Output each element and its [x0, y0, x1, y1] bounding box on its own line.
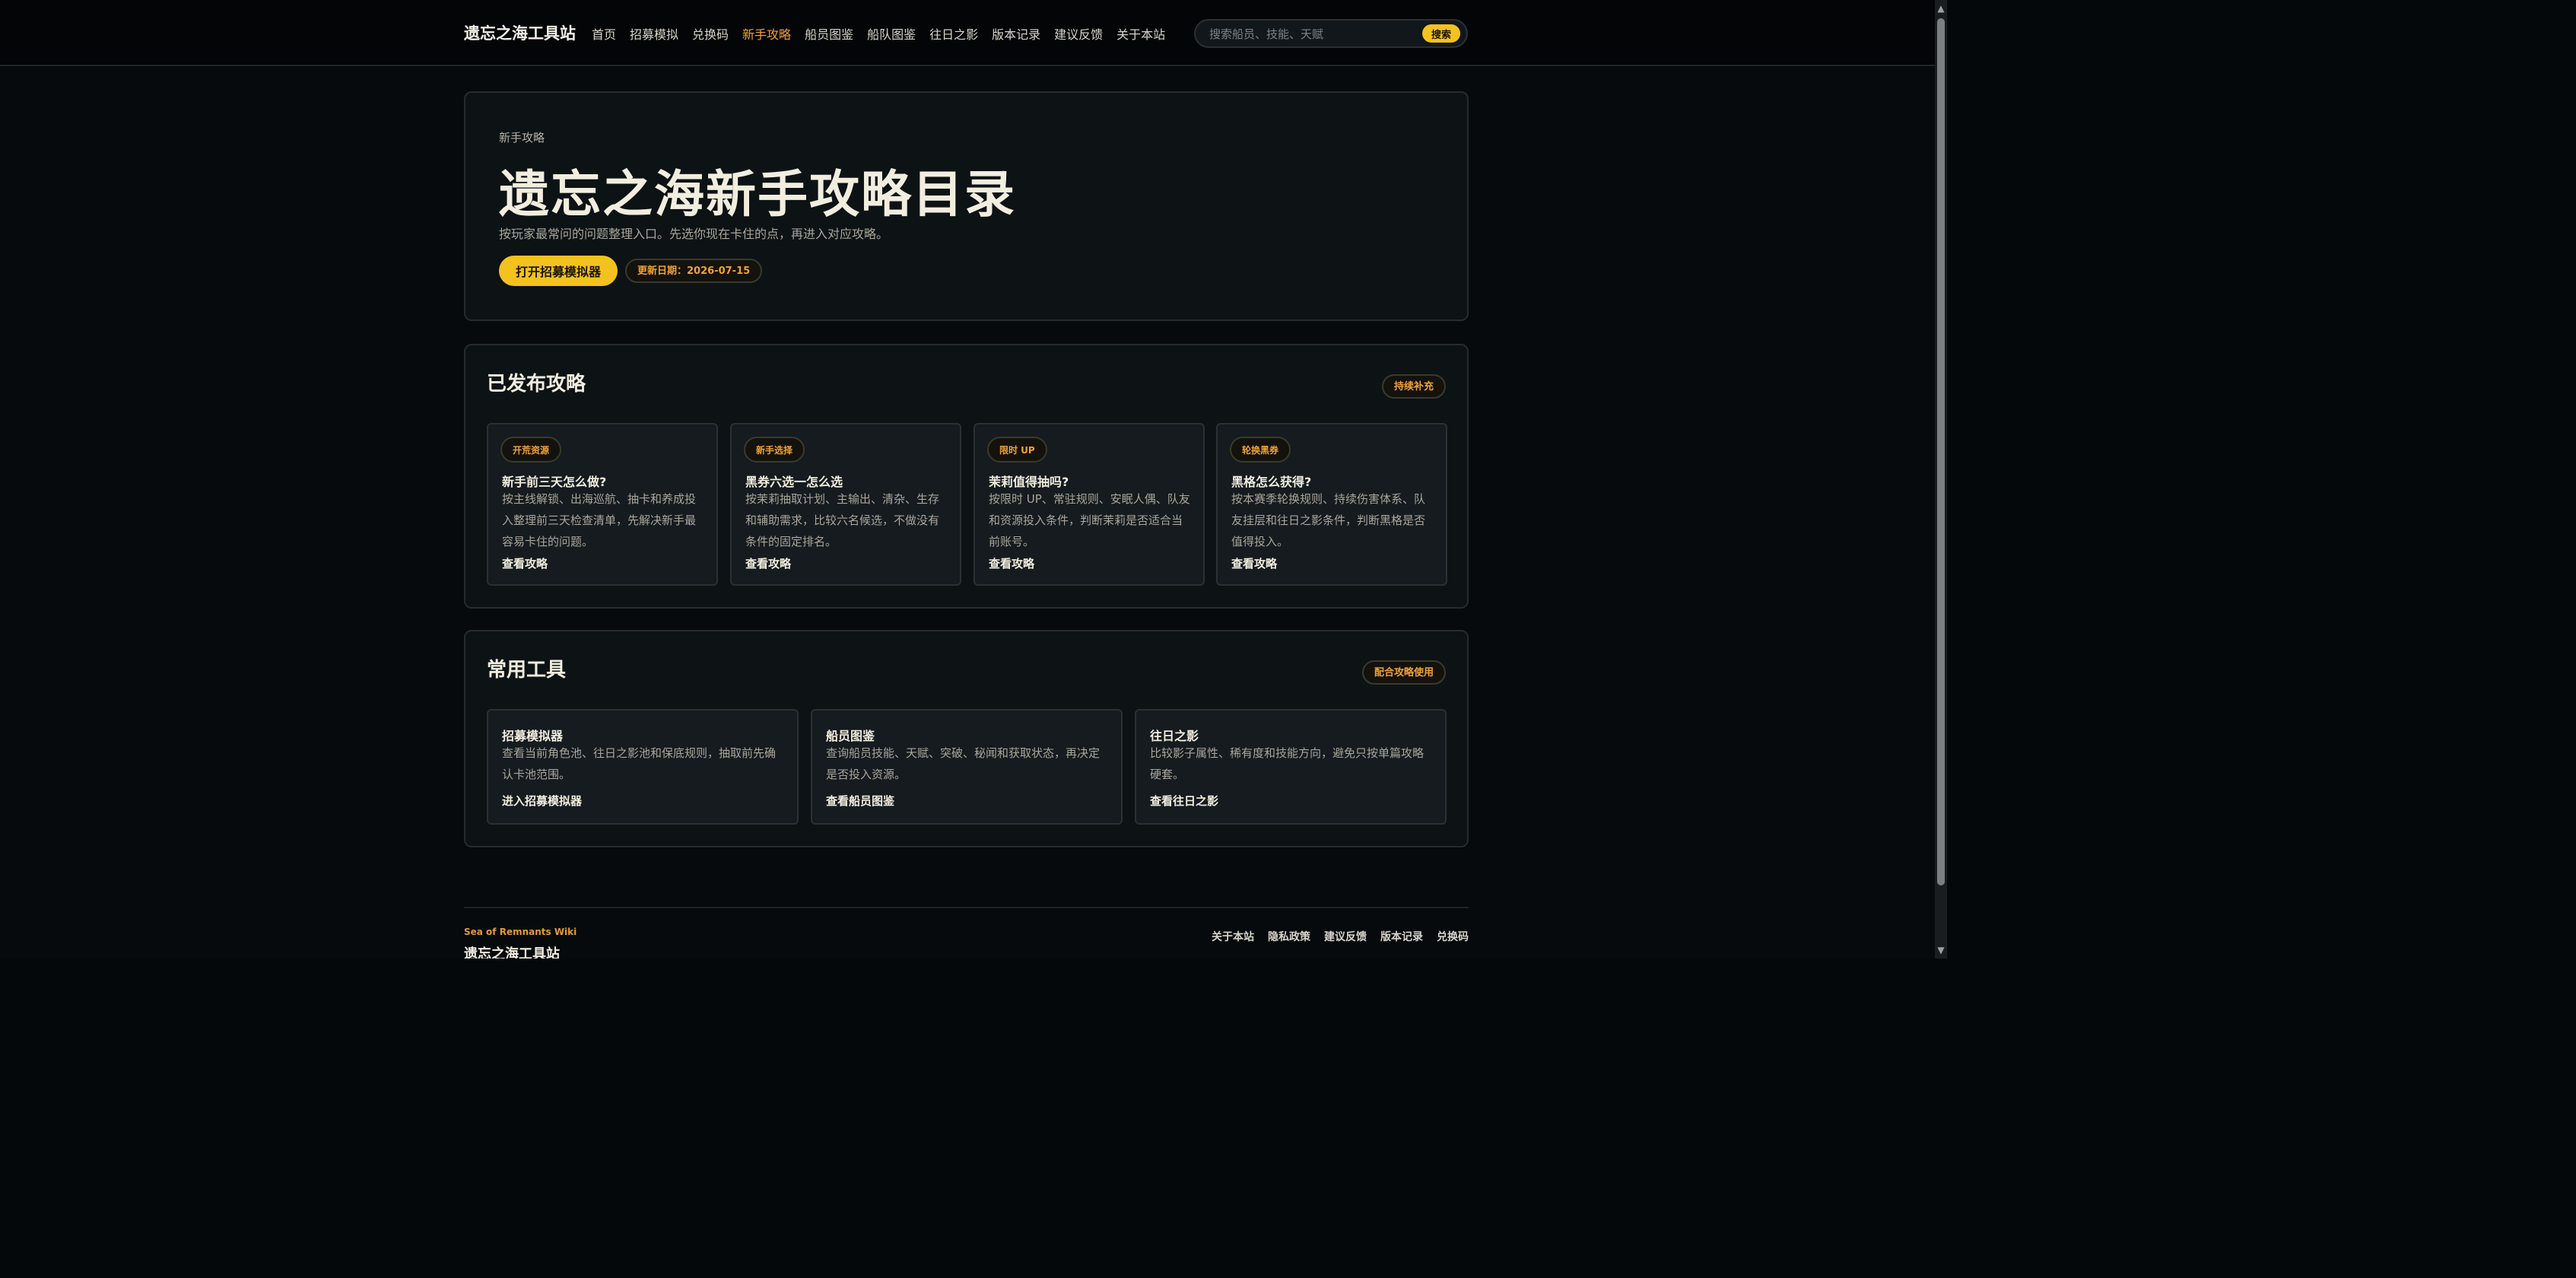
- tool-title: 往日之影: [1150, 729, 1199, 743]
- scroll-down-icon[interactable]: ▼: [1935, 943, 1947, 957]
- guide-title: 茉莉值得抽吗?: [989, 475, 1069, 489]
- hero-panel: 新手攻略 遗忘之海新手攻略目录 按玩家最常问的问题整理入口。先选你现在卡住的点，…: [464, 91, 1469, 321]
- page-scrollbar[interactable]: ▲ ▼: [1935, 0, 1947, 958]
- view-guide-link[interactable]: 查看攻略: [745, 555, 791, 571]
- footer-link-changelog[interactable]: 版本记录: [1380, 929, 1423, 944]
- guide-card[interactable]: 开荒资源 新手前三天怎么做? 按主线解锁、出海巡航、抽卡和养成投入整理前三天检查…: [487, 423, 718, 586]
- nav-beginner-guide[interactable]: 新手攻略: [742, 24, 791, 43]
- nav-fleet-codex[interactable]: 船队图鉴: [867, 24, 916, 43]
- page-viewport: 遗忘之海工具站 首页 招募模拟 兑换码 新手攻略 船员图鉴 船队图鉴 往日之影 …: [0, 0, 1935, 958]
- nav-crew-codex[interactable]: 船员图鉴: [805, 24, 853, 43]
- nav-feedback[interactable]: 建议反馈: [1054, 24, 1103, 43]
- open-recruit-simulator-button[interactable]: 打开招募模拟器: [499, 256, 618, 286]
- common-tools-section: 常用工具 配合攻略使用 招募模拟器 查看当前角色池、往日之影池和保底规则，抽取前…: [464, 630, 1469, 847]
- nav-about[interactable]: 关于本站: [1116, 24, 1165, 43]
- guide-title: 黑格怎么获得?: [1231, 475, 1312, 489]
- status-badge: 配合攻略使用: [1361, 660, 1446, 685]
- tool-link[interactable]: 查看往日之影: [1150, 793, 1218, 809]
- search-button[interactable]: 搜索: [1422, 24, 1460, 43]
- footer-nav: 关于本站 隐私政策 建议反馈 版本记录 兑换码: [1212, 929, 1469, 944]
- tool-description: 比较影子属性、稀有度和技能方向，避免只按单篇攻略硬套。: [1150, 746, 1425, 781]
- nav-recruit-sim[interactable]: 招募模拟: [630, 24, 678, 43]
- tool-card[interactable]: 船员图鉴 查询船员技能、天赋、突破、秘闻和获取状态，再决定是否投入资源。 查看船…: [811, 709, 1123, 825]
- status-badge: 持续补充: [1381, 374, 1446, 399]
- guide-title: 黑券六选一怎么选: [745, 475, 843, 489]
- tool-card[interactable]: 往日之影 比较影子属性、稀有度和技能方向，避免只按单篇攻略硬套。 查看往日之影: [1135, 709, 1447, 825]
- footer-link-feedback[interactable]: 建议反馈: [1324, 929, 1367, 944]
- footer-divider: [464, 907, 1469, 908]
- guide-card[interactable]: 新手选择 黑券六选一怎么选 按茉莉抽取计划、主输出、清杂、生存和辅助需求，比较六…: [730, 423, 961, 586]
- guide-card[interactable]: 限时 UP 茉莉值得抽吗? 按限时 UP、常驻规则、安眠人偶、队友和资源投入条件…: [974, 423, 1205, 586]
- guide-description: 按主线解锁、出海巡航、抽卡和养成投入整理前三天检查清单，先解决新手最容易卡住的问…: [502, 492, 697, 548]
- guide-title: 新手前三天怎么做?: [502, 475, 607, 489]
- top-header: 遗忘之海工具站 首页 招募模拟 兑换码 新手攻略 船员图鉴 船队图鉴 往日之影 …: [0, 0, 1935, 66]
- search-box: 搜索: [1194, 19, 1468, 48]
- guide-description: 按茉莉抽取计划、主输出、清杂、生存和辅助需求，比较六名候选，不做没有条件的固定排…: [745, 492, 940, 548]
- page-title: 遗忘之海新手攻略目录: [499, 165, 1016, 224]
- section-title: 常用工具: [487, 659, 567, 682]
- category-tag: 开荒资源: [500, 437, 562, 463]
- tool-link[interactable]: 进入招募模拟器: [502, 793, 582, 809]
- tool-description: 查看当前角色池、往日之影池和保底规则，抽取前先确认卡池范围。: [502, 746, 777, 781]
- category-tag: 新手选择: [744, 437, 805, 463]
- published-guides-section: 已发布攻略 持续补充 开荒资源 新手前三天怎么做? 按主线解锁、出海巡航、抽卡和…: [464, 344, 1469, 609]
- footer-brand-en: Sea of Remnants Wiki: [464, 927, 577, 937]
- footer-link-redeem[interactable]: 兑换码: [1437, 929, 1469, 944]
- nav-home[interactable]: 首页: [592, 24, 616, 43]
- main-nav: 首页 招募模拟 兑换码 新手攻略 船员图鉴 船队图鉴 往日之影 版本记录 建议反…: [592, 24, 1165, 43]
- tool-title: 船员图鉴: [826, 729, 875, 743]
- view-guide-link[interactable]: 查看攻略: [502, 555, 548, 571]
- footer-link-privacy[interactable]: 隐私政策: [1268, 929, 1310, 944]
- search-input[interactable]: [1209, 26, 1407, 43]
- site-brand[interactable]: 遗忘之海工具站: [464, 21, 576, 44]
- tool-link[interactable]: 查看船员图鉴: [826, 793, 894, 809]
- view-guide-link[interactable]: 查看攻略: [1231, 555, 1277, 571]
- view-guide-link[interactable]: 查看攻略: [989, 555, 1034, 571]
- nav-past-shadows[interactable]: 往日之影: [929, 24, 978, 43]
- section-title: 已发布攻略: [487, 373, 586, 396]
- tool-description: 查询船员技能、天赋、突破、秘闻和获取状态，再决定是否投入资源。: [826, 746, 1101, 781]
- guide-description: 按本赛季轮换规则、持续伤害体系、队友挂层和往日之影条件，判断黑格是否值得投入。: [1231, 492, 1426, 548]
- hero-eyebrow: 新手攻略: [499, 131, 545, 145]
- nav-changelog[interactable]: 版本记录: [992, 24, 1040, 43]
- tool-card[interactable]: 招募模拟器 查看当前角色池、往日之影池和保底规则，抽取前先确认卡池范围。 进入招…: [487, 709, 799, 825]
- tool-title: 招募模拟器: [502, 729, 564, 743]
- footer-brand: 遗忘之海工具站: [464, 946, 560, 958]
- nav-redeem-codes[interactable]: 兑换码: [692, 24, 729, 43]
- hero-lede: 按玩家最常问的问题整理入口。先选你现在卡住的点，再进入对应攻略。: [499, 227, 889, 241]
- footer-link-about[interactable]: 关于本站: [1212, 929, 1254, 944]
- scroll-up-icon[interactable]: ▲: [1935, 2, 1947, 15]
- scrollbar-thumb[interactable]: [1937, 18, 1945, 885]
- guide-description: 按限时 UP、常驻规则、安眠人偶、队友和资源投入条件，判断茉莉是否适合当前账号。: [989, 492, 1190, 548]
- category-tag: 限时 UP: [987, 437, 1047, 463]
- category-tag: 轮换黑券: [1230, 437, 1291, 463]
- guide-card[interactable]: 轮换黑券 黑格怎么获得? 按本赛季轮换规则、持续伤害体系、队友挂层和往日之影条件…: [1216, 423, 1447, 586]
- updated-date-badge: 更新日期：2026-07-15: [625, 259, 763, 283]
